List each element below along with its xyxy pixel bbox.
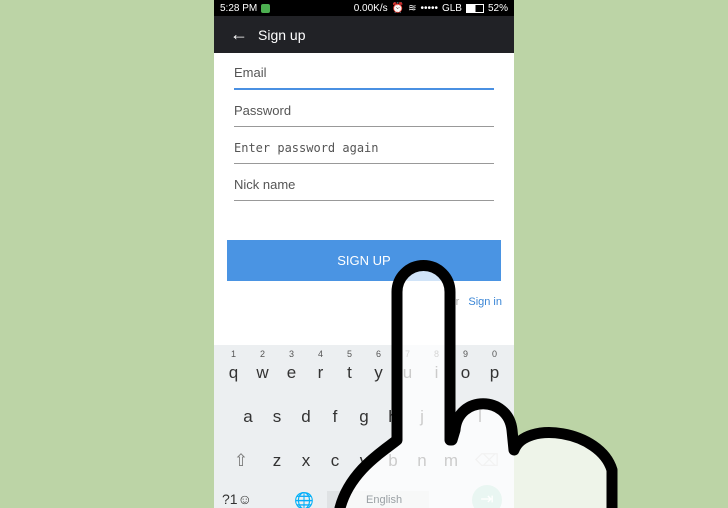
globe-icon[interactable]: 🌐 bbox=[294, 491, 314, 508]
key-t[interactable]: 5t bbox=[335, 349, 364, 383]
key-b[interactable]: b bbox=[379, 451, 408, 471]
key-number: 2 bbox=[259, 349, 265, 359]
space-key-label: English bbox=[366, 494, 403, 506]
key-number: 5 bbox=[346, 349, 352, 359]
key-letter: y bbox=[374, 363, 383, 382]
key-letter: o bbox=[460, 363, 471, 382]
key-number: 3 bbox=[288, 349, 294, 359]
network-speed: 0.00K/s bbox=[353, 2, 388, 14]
key-number: 9 bbox=[462, 349, 468, 359]
key-j[interactable]: j bbox=[408, 407, 437, 427]
status-bar: 5:28 PM 0.00K/s ⏰ ≋ ••••• GLB 52% bbox=[214, 0, 514, 16]
key-i[interactable]: 8i bbox=[422, 349, 451, 383]
password-field[interactable]: Password bbox=[234, 90, 494, 127]
key-v[interactable]: v bbox=[350, 451, 379, 471]
key-u[interactable]: 7u bbox=[393, 349, 422, 383]
nickname-field[interactable]: Nick name bbox=[234, 164, 494, 201]
key-number: 0 bbox=[491, 349, 497, 359]
signal-icon: ••••• bbox=[420, 2, 438, 14]
alarm-icon: ⏰ bbox=[391, 2, 405, 14]
key-c[interactable]: c bbox=[321, 451, 350, 471]
key-k[interactable]: k bbox=[437, 407, 466, 427]
symbols-key[interactable]: ?1☺ bbox=[222, 491, 252, 507]
key-letter: u bbox=[402, 363, 413, 382]
backspace-key[interactable]: ⌫ bbox=[473, 451, 502, 471]
key-letter: w bbox=[256, 363, 269, 382]
key-number: 4 bbox=[317, 349, 323, 359]
key-number: 7 bbox=[404, 349, 410, 359]
key-letter: t bbox=[347, 363, 352, 382]
key-letter: r bbox=[317, 363, 324, 382]
email-field[interactable]: Email bbox=[234, 53, 494, 90]
signin-link[interactable]: Sign in bbox=[468, 296, 502, 308]
confirm-password-field[interactable]: Enter password again bbox=[234, 127, 494, 164]
phone-screen: 5:28 PM 0.00K/s ⏰ ≋ ••••• GLB 52% ← Sign… bbox=[214, 0, 514, 508]
key-g[interactable]: g bbox=[350, 407, 379, 427]
key-e[interactable]: 3e bbox=[277, 349, 306, 383]
enter-key[interactable]: ⇥ bbox=[472, 485, 502, 508]
key-r[interactable]: 4r bbox=[306, 349, 335, 383]
key-letter: p bbox=[489, 363, 500, 382]
key-d[interactable]: d bbox=[292, 407, 321, 427]
toolbar: ← Sign up bbox=[214, 16, 514, 53]
key-number: 6 bbox=[375, 349, 381, 359]
wifi-icon: ≋ bbox=[408, 2, 417, 14]
key-f[interactable]: f bbox=[321, 407, 350, 427]
shift-key[interactable]: ⇧ bbox=[227, 451, 256, 471]
key-letter: i bbox=[434, 363, 439, 382]
key-a[interactable]: a bbox=[234, 407, 263, 427]
key-o[interactable]: 9o bbox=[451, 349, 480, 383]
battery-icon bbox=[465, 3, 484, 13]
back-arrow-icon[interactable]: ← bbox=[230, 24, 248, 45]
battery-level: 52% bbox=[487, 2, 508, 14]
key-z[interactable]: z bbox=[263, 451, 292, 471]
keyboard: 1q2w3e4r5t6y7u8i9o0p asdfghjkl ⇧ z x c v b n m ⌫… bbox=[214, 345, 514, 508]
status-time: 5:28 PM bbox=[220, 2, 258, 14]
key-number: 8 bbox=[433, 349, 439, 359]
key-letter: e bbox=[286, 363, 297, 382]
app-notification-icon bbox=[261, 3, 271, 13]
key-number: 1 bbox=[230, 349, 236, 359]
signin-prompt: Or Sign in bbox=[447, 296, 502, 308]
key-w[interactable]: 2w bbox=[248, 349, 277, 383]
key-s[interactable]: s bbox=[263, 407, 292, 427]
page-title: Sign up bbox=[258, 26, 306, 43]
signup-form: Email Password Enter password again Nick… bbox=[214, 53, 514, 201]
key-letter: q bbox=[228, 363, 239, 382]
key-h[interactable]: h bbox=[379, 407, 408, 427]
signup-button[interactable]: SIGN UP bbox=[227, 240, 501, 281]
carrier: GLB bbox=[441, 2, 462, 14]
key-l[interactable]: l bbox=[466, 407, 495, 427]
or-label: Or bbox=[447, 296, 460, 308]
key-p[interactable]: 0p bbox=[480, 349, 509, 383]
key-m[interactable]: m bbox=[437, 451, 466, 471]
key-n[interactable]: n bbox=[408, 451, 437, 471]
key-y[interactable]: 6y bbox=[364, 349, 393, 383]
key-q[interactable]: 1q bbox=[219, 349, 248, 383]
key-x[interactable]: x bbox=[292, 451, 321, 471]
